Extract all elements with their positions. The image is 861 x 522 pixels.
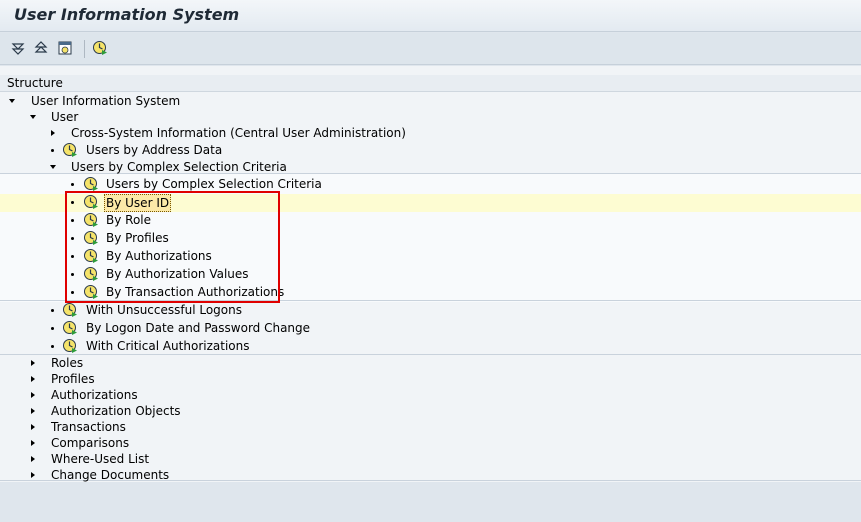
tree-node-label: Comparisons bbox=[51, 436, 130, 450]
expand-toggle[interactable] bbox=[29, 419, 39, 435]
tree-node-label: Roles bbox=[51, 356, 84, 370]
collapse-toggle[interactable] bbox=[8, 93, 18, 109]
tree-node-authorization-objects[interactable]: Authorization Objects bbox=[0, 403, 861, 419]
expand-toggle[interactable] bbox=[29, 387, 39, 403]
tree-node-label: Users by Address Data bbox=[86, 143, 223, 157]
tree-node-root[interactable]: User Information System bbox=[0, 93, 861, 109]
title-bar: User Information System bbox=[0, 0, 861, 32]
collapse-all-icon bbox=[34, 41, 48, 53]
tree-node-authorizations[interactable]: Authorizations bbox=[0, 387, 861, 403]
page-title: User Information System bbox=[14, 5, 240, 24]
expand-toggle[interactable] bbox=[29, 355, 39, 371]
tree-node-cross-system[interactable]: Cross-System Information (Central User A… bbox=[0, 125, 861, 141]
tree-node-label: Users by Complex Selection Criteria bbox=[71, 160, 287, 174]
toolbar bbox=[0, 33, 861, 65]
tree-leaf-logon-date[interactable]: By Logon Date and Password Change bbox=[0, 320, 861, 336]
tree-node-label: Authorization Objects bbox=[51, 404, 181, 418]
tree-node-complex-selection[interactable]: Users by Complex Selection Criteria bbox=[0, 159, 861, 175]
expand-all-icon bbox=[11, 43, 25, 55]
collapse-all-button[interactable] bbox=[32, 39, 50, 57]
tree-node-label: Authorizations bbox=[51, 388, 138, 402]
tree-node-roles[interactable]: Roles bbox=[0, 355, 861, 371]
tree-node-transactions[interactable]: Transactions bbox=[0, 419, 861, 435]
tree-node-label: Profiles bbox=[51, 372, 95, 386]
tree-node-label: By Logon Date and Password Change bbox=[86, 321, 311, 335]
execute-report-icon[interactable] bbox=[62, 142, 78, 158]
bullet bbox=[71, 183, 74, 186]
expand-toggle[interactable] bbox=[29, 451, 39, 467]
execute-report-icon[interactable] bbox=[83, 176, 99, 192]
tree-node-label: Cross-System Information (Central User A… bbox=[71, 126, 406, 140]
tree-node-profiles[interactable]: Profiles bbox=[0, 371, 861, 387]
bullet bbox=[51, 149, 54, 152]
execute-button[interactable] bbox=[91, 39, 109, 57]
tree-node-label: User Information System bbox=[31, 94, 181, 108]
structure-header: Structure bbox=[0, 75, 861, 92]
expand-all-button[interactable] bbox=[9, 39, 27, 57]
tree-node-label: With Critical Authorizations bbox=[86, 339, 250, 353]
annotation-highlight-box bbox=[65, 191, 280, 303]
tree-node-label: Change Documents bbox=[51, 468, 170, 482]
empty-area bbox=[0, 482, 861, 522]
tree-node-label: Where-Used List bbox=[51, 452, 150, 466]
tree-node-label: Users by Complex Selection Criteria bbox=[106, 177, 322, 191]
tree-node-change-documents[interactable]: Change Documents bbox=[0, 467, 861, 483]
tree-node-comparisons[interactable]: Comparisons bbox=[0, 435, 861, 451]
tree-leaf-unsuccessful-logons[interactable]: With Unsuccessful Logons bbox=[0, 302, 861, 318]
bullet bbox=[51, 309, 54, 312]
expand-toggle[interactable] bbox=[49, 125, 59, 141]
bullet bbox=[51, 327, 54, 330]
execute-report-icon[interactable] bbox=[62, 338, 78, 354]
toolbar-separator bbox=[84, 40, 85, 58]
execute-in-window-icon bbox=[58, 41, 72, 55]
execute-report-icon[interactable] bbox=[62, 320, 78, 336]
execute-in-window-button[interactable] bbox=[56, 39, 74, 57]
tree-node-label: With Unsuccessful Logons bbox=[86, 303, 242, 317]
collapse-toggle[interactable] bbox=[49, 159, 59, 175]
execute-icon bbox=[93, 41, 107, 55]
tree-node-label: Transactions bbox=[51, 420, 126, 434]
expand-toggle[interactable] bbox=[29, 435, 39, 451]
tree-leaf-by-address[interactable]: Users by Address Data bbox=[0, 142, 861, 158]
tree-node-where-used-list[interactable]: Where-Used List bbox=[0, 451, 861, 467]
tree-node-user[interactable]: User bbox=[0, 109, 861, 125]
expand-toggle[interactable] bbox=[29, 403, 39, 419]
tree-leaf-critical-authorizations[interactable]: With Critical Authorizations bbox=[0, 338, 861, 354]
tree-leaf-complex-criteria[interactable]: Users by Complex Selection Criteria bbox=[0, 176, 861, 192]
execute-report-icon[interactable] bbox=[62, 302, 78, 318]
collapse-toggle[interactable] bbox=[29, 109, 39, 125]
expand-toggle[interactable] bbox=[29, 371, 39, 387]
tree-node-label: User bbox=[51, 110, 79, 124]
bullet bbox=[51, 345, 54, 348]
expand-toggle[interactable] bbox=[29, 467, 39, 483]
